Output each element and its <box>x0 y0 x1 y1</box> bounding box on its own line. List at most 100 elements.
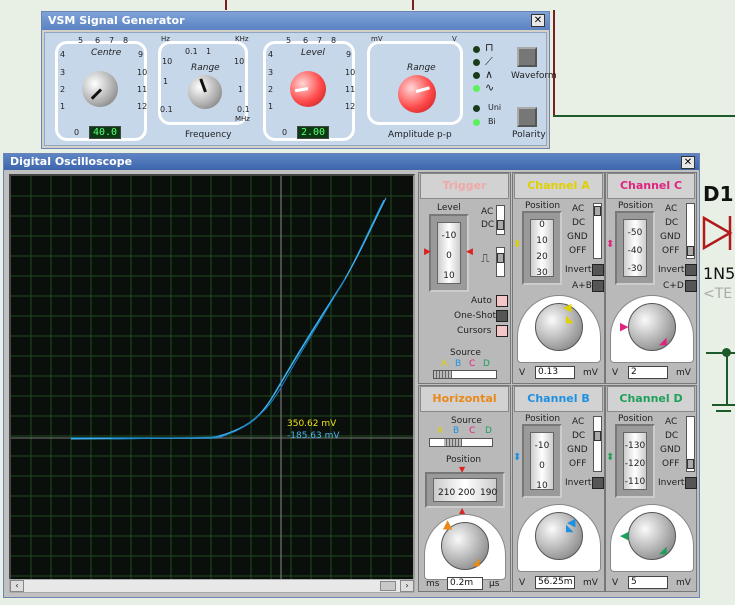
channel-a-field[interactable]: 0.13 <box>535 366 575 379</box>
channel-d-invert-button[interactable] <box>685 477 697 489</box>
polarity-button[interactable] <box>517 107 537 127</box>
channel-b-knob[interactable]: ◣ <box>535 512 583 560</box>
square-wave-led <box>473 46 480 53</box>
bi-label: Bi <box>488 117 496 126</box>
signal-generator-window[interactable]: VSM Signal Generator ✕ Centre 5 6 7 8 4 … <box>41 11 557 149</box>
horizontal-position-scale[interactable]: 210 200 190 <box>425 472 505 508</box>
sine-wave-icon: ∿ <box>485 81 495 94</box>
level-tick: 3 <box>268 68 274 77</box>
timebase-field[interactable]: 0.2m <box>447 577 483 590</box>
channel-a-coupling-slider[interactable] <box>593 203 602 259</box>
volts-marker-icon: ▶ <box>620 320 629 333</box>
freq-range-val: 0.1 <box>237 105 250 114</box>
channel-c-combo-button[interactable] <box>685 280 697 292</box>
horizontal-panel: Horizontal Source A B C D Position ▼ 210… <box>418 385 511 592</box>
channel-c-invert-button[interactable] <box>685 264 697 276</box>
level-tick: 0 <box>282 128 288 137</box>
channel-b-position-scale[interactable]: -10 0 10 <box>522 424 562 498</box>
osc-title: Digital Oscilloscope <box>10 155 133 168</box>
level-knob[interactable] <box>290 71 326 107</box>
channel-a-units-right: mV <box>583 368 598 378</box>
channel-c-position-scale[interactable]: -50 -40 -30 <box>615 211 655 285</box>
scope-scrollbar[interactable]: ‹ › <box>9 579 415 593</box>
channel-a-position-scale[interactable]: 0 10 20 30 <box>522 211 562 285</box>
close-icon[interactable]: ✕ <box>681 156 695 169</box>
sawtooth-wave-icon: ⟋ <box>485 55 493 68</box>
horizontal-position-label: Position <box>446 455 482 465</box>
scale-tick: 10 <box>443 271 455 281</box>
centre-knob[interactable] <box>82 71 118 107</box>
level-tick: 2 <box>268 85 274 94</box>
channel-d-header: Channel D <box>607 386 695 412</box>
freq-range-val: 1 <box>163 77 169 86</box>
channel-c-panel: Channel C Position -50 -40 -30 ⬍ AC DC G… <box>605 172 697 384</box>
horizontal-source-slider[interactable] <box>429 438 493 447</box>
channel-a-combo: A+B <box>572 281 592 291</box>
position-arrows-icon: ⬍ <box>513 239 522 250</box>
channel-a-knob[interactable]: ◣ <box>535 303 583 351</box>
level-tick: 8 <box>331 36 337 45</box>
channel-a-invert-button[interactable] <box>592 264 604 276</box>
trigger-level-scale[interactable]: -10 0 10 <box>429 214 469 292</box>
cursors-button[interactable] <box>496 325 508 337</box>
channel-d-dc: DC <box>665 431 679 441</box>
trigger-edge-slider[interactable] <box>496 247 505 277</box>
channel-a-panel: Channel A Position 0 10 20 30 ⬍ AC DC GN… <box>512 172 605 384</box>
oscilloscope-window[interactable]: Digital Oscilloscope ✕ 350.62 mV -185.63… <box>3 153 700 598</box>
cursors-label: Cursors <box>457 326 492 336</box>
diode-symbol[interactable] <box>700 208 735 258</box>
scale-tick: 10 <box>536 236 548 246</box>
channel-b-panel: Channel B Position -10 0 10 ⬍ AC DC GND … <box>512 385 605 592</box>
channel-b-field[interactable]: 56.25m <box>535 576 575 589</box>
centre-tick: 0 <box>74 128 80 137</box>
level-marker-right-icon: ◀ <box>466 247 473 257</box>
auto-button[interactable] <box>496 295 508 307</box>
channel-d-field[interactable]: 5 <box>628 576 668 589</box>
uni-label: Uni <box>488 103 502 112</box>
channel-b-header: Channel B <box>514 386 603 412</box>
channel-a-combo-button[interactable] <box>592 280 604 292</box>
schematic-wire <box>726 352 728 404</box>
channel-c-units-right: mV <box>676 368 691 378</box>
close-icon[interactable]: ✕ <box>531 14 545 27</box>
scroll-right-icon[interactable]: › <box>400 580 414 592</box>
source-d: D <box>483 359 490 369</box>
channel-d-position-scale[interactable]: -130 -120 -110 <box>615 424 655 498</box>
channel-c-header: Channel C <box>607 173 695 199</box>
freq-range-knob[interactable] <box>188 75 222 109</box>
knob-pointer-icon: ◣ <box>566 314 574 325</box>
centre-tick: 9 <box>138 50 144 59</box>
channel-d-knob[interactable]: ◢ <box>628 512 676 560</box>
waveform-button[interactable] <box>517 47 537 67</box>
channel-b-invert-button[interactable] <box>592 477 604 489</box>
oneshot-button[interactable] <box>496 310 508 322</box>
channel-d-coupling-slider[interactable] <box>686 416 695 472</box>
channel-c-knob[interactable]: ◢ <box>628 303 676 351</box>
amp-range-knob[interactable] <box>398 75 436 113</box>
scale-tick: -40 <box>627 246 643 256</box>
scroll-left-icon[interactable]: ‹ <box>10 580 24 592</box>
channel-b-coupling-slider[interactable] <box>593 416 602 472</box>
source-a: A <box>441 359 448 369</box>
trigger-source-slider[interactable] <box>433 370 497 379</box>
freq-range-label: Range <box>191 63 220 73</box>
channel-b-units-right: mV <box>583 578 598 588</box>
channel-d-off: OFF <box>662 459 680 469</box>
scale-tick: -130 <box>624 441 646 451</box>
channel-c-field[interactable]: 2 <box>628 366 668 379</box>
siggen-titlebar[interactable]: VSM Signal Generator ✕ <box>42 12 549 30</box>
centre-tick: 1 <box>60 102 66 111</box>
position-arrows-icon: ⬍ <box>606 239 615 250</box>
osc-titlebar[interactable]: Digital Oscilloscope ✕ <box>4 154 699 170</box>
source-b: B <box>453 426 460 436</box>
diode-ref: D1 <box>703 182 734 206</box>
scroll-thumb[interactable] <box>380 581 396 591</box>
scale-tick: 200 <box>458 488 476 498</box>
position-arrows-icon: ⬍ <box>513 452 522 463</box>
scope-screen[interactable]: 350.62 mV -185.63 mV <box>9 174 415 584</box>
ground-symbol <box>716 410 731 412</box>
trigger-coupling-slider[interactable] <box>496 205 505 235</box>
channel-d-ac: AC <box>665 417 678 427</box>
channel-c-coupling-slider[interactable] <box>686 203 695 259</box>
amp-range-label: Range <box>407 63 436 73</box>
